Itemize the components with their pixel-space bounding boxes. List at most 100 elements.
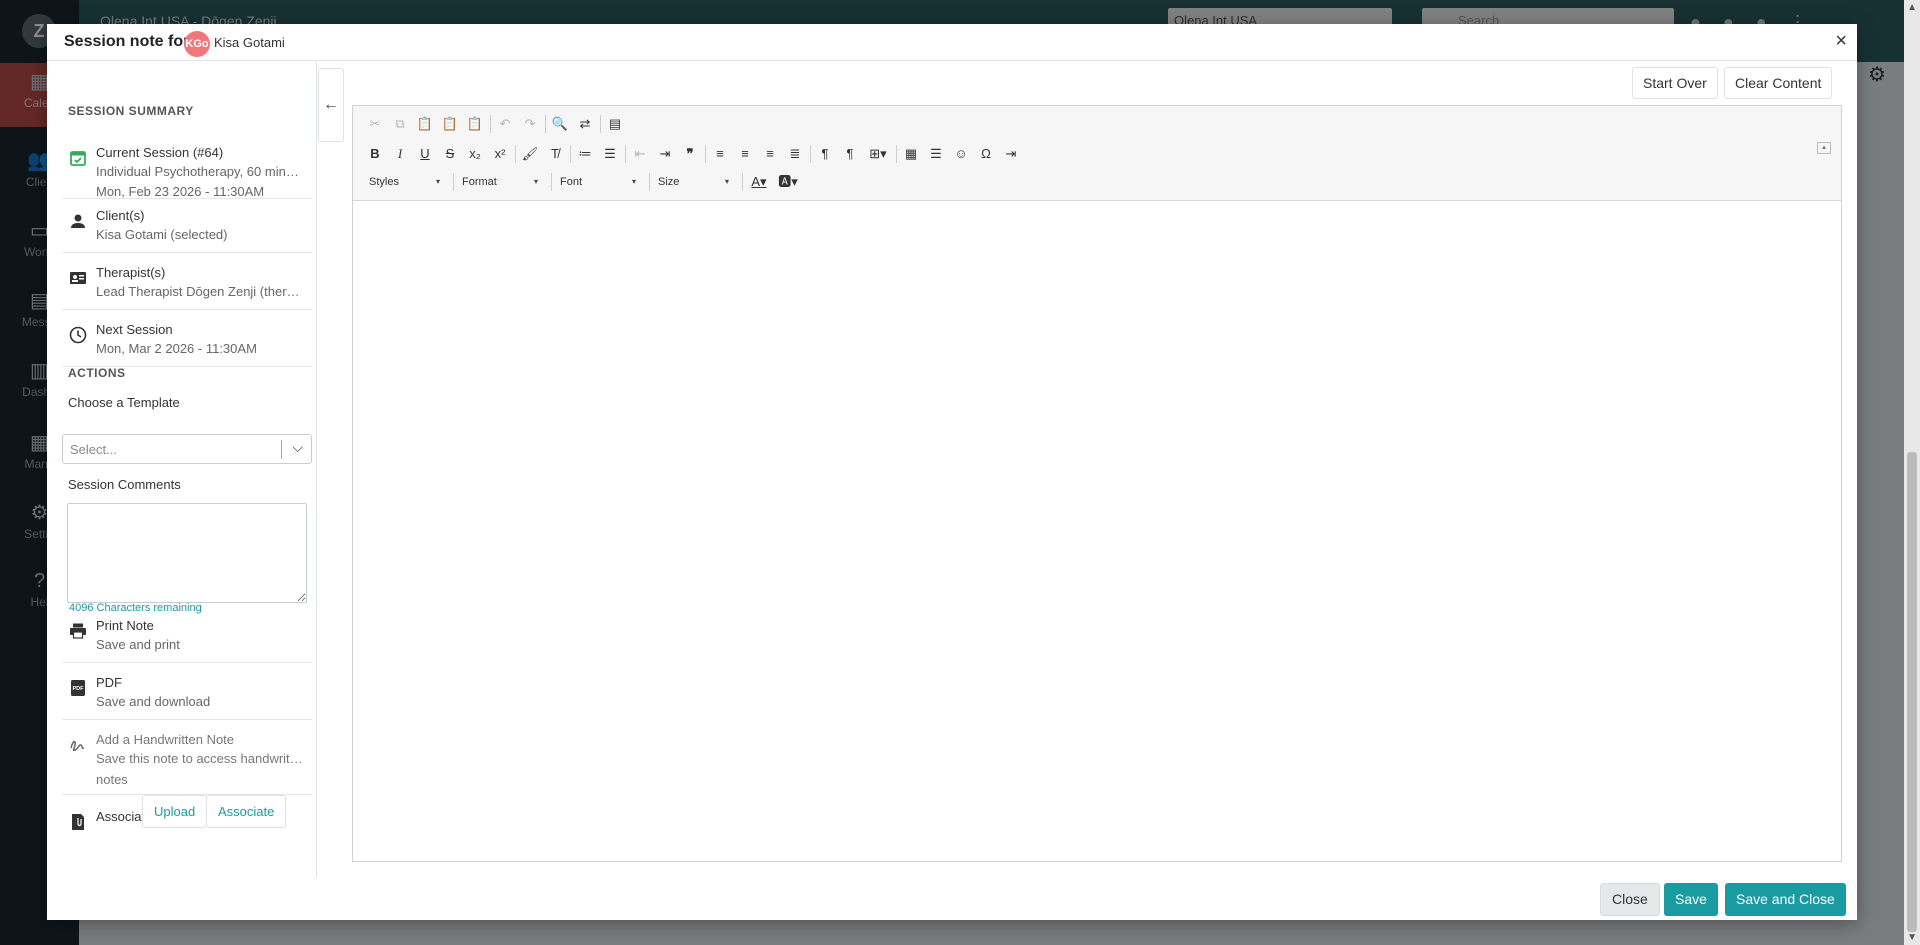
id-card-icon [70,272,86,284]
redo-icon[interactable]: ↷ [519,113,541,135]
modal-header: Session note for KGo Kisa Gotami × [47,24,1857,61]
superscript-icon[interactable]: x² [489,143,511,165]
undo-icon[interactable]: ↶ [494,113,516,135]
horizontal-line-icon[interactable]: ☰ [925,143,947,165]
toolbar-collapse-icon[interactable]: ▴ [1817,142,1831,154]
current-session-item: Current Session (#64) Individual Psychot… [62,145,312,199]
ltr-icon[interactable]: ¶ [814,143,836,165]
printer-icon [70,623,86,639]
clear-content-button[interactable]: Clear Content [1724,67,1833,99]
size-dropdown[interactable]: Size ▾ [653,172,733,192]
editor-content-area[interactable] [353,201,1841,861]
chevron-down-icon[interactable]: ⌵ [292,439,303,456]
print-note-action[interactable]: Print Note Save and print [62,618,312,663]
current-session-date: Mon, Feb 23 2026 - 11:30AM [96,184,265,199]
paste-icon[interactable]: 📋 [414,113,436,135]
client-avatar: KGo [184,31,210,57]
numbered-list-icon[interactable]: ≔ [574,143,596,165]
template-label: Choose a Template [68,395,180,410]
start-over-button[interactable]: Start Over [1632,67,1718,99]
pdf-action[interactable]: PDF PDF Save and download [62,675,312,720]
save-and-close-button[interactable]: Save and Close [1725,883,1846,916]
page-scrollbar[interactable]: ▲ ▼ [1904,0,1920,945]
find-icon[interactable]: 🔍 [549,113,571,135]
arrow-left-icon: ← [323,96,339,113]
next-session-item: Next Session Mon, Mar 2 2026 - 11:30AM [62,322,312,367]
paste-text-icon[interactable]: 📋 [439,113,461,135]
toolbar-row-2: B I U S x₂ x² 🖌 T̸ ≔ ☰ ⇤ ⇥ ❞ ≡ ≡ ≡ ≣ ¶ ¶… [364,141,1025,167]
indent-icon[interactable]: ⇥ [654,143,676,165]
bulleted-list-icon[interactable]: ☰ [599,143,621,165]
copy-format-icon[interactable]: 🖌 [519,143,541,165]
close-button[interactable]: Close [1600,883,1660,916]
subscript-icon[interactable]: x₂ [464,143,486,165]
session-comments-input[interactable] [67,503,307,603]
styles-dropdown[interactable]: Styles ▾ [364,172,444,192]
next-session-value: Mon, Mar 2 2026 - 11:30AM [96,341,257,356]
font-dropdown[interactable]: Font ▾ [555,172,640,192]
document-attach-icon [72,814,84,830]
handwritten-note-action: Add a Handwritten Note Save this note to… [62,732,312,795]
next-session-label: Next Session [96,322,173,337]
pdf-icon: PDF [71,680,85,696]
background-color-icon[interactable]: 🅰▾ [775,171,801,193]
pdf-label: PDF [96,675,122,690]
blockquote-icon[interactable]: ❞ [679,143,701,165]
editor-toolbar: ✂ ⧉ 📋 📋 📋 ↶ ↷ 🔍 ⇄ ▤ B I U S x₂ x² 🖌 T̸ ≔… [353,106,1841,201]
copy-icon[interactable]: ⧉ [389,113,411,135]
modal-title: Session note for [64,33,190,50]
italic-icon[interactable]: I [389,143,411,165]
therapists-item: Therapist(s) Lead Therapist Dōgen Zenji … [62,265,312,310]
align-center-icon[interactable]: ≡ [734,143,756,165]
handwritten-sub2: notes [96,772,128,787]
smiley-icon[interactable]: ☺ [950,143,972,165]
scroll-down-icon[interactable]: ▼ [1907,932,1917,943]
save-button[interactable]: Save [1664,883,1718,916]
handwritten-label: Add a Handwritten Note [96,732,235,747]
paste-word-icon[interactable]: 📋 [464,113,486,135]
clock-icon [69,326,87,344]
toolbar-row-1: ✂ ⧉ 📋 📋 📋 ↶ ↷ 🔍 ⇄ ▤ [364,111,629,137]
associate-button[interactable]: Associate [206,795,287,828]
strikethrough-icon[interactable]: S [439,143,461,165]
upload-button[interactable]: Upload [142,795,208,828]
rich-text-editor: ✂ ⧉ 📋 📋 📋 ↶ ↷ 🔍 ⇄ ▤ B I U S x₂ x² 🖌 T̸ ≔… [352,105,1842,862]
align-right-icon[interactable]: ≡ [759,143,781,165]
template-select[interactable]: Select... ⌵ [62,434,312,464]
remove-format-icon[interactable]: T̸ [544,143,566,165]
therapists-value: Lead Therapist Dōgen Zenji (thera... [96,284,304,299]
underline-icon[interactable]: U [414,143,436,165]
print-note-sub: Save and print [96,637,180,652]
align-left-icon[interactable]: ≡ [709,143,731,165]
bold-icon[interactable]: B [364,143,386,165]
svg-text:PDF: PDF [73,686,85,692]
justify-icon[interactable]: ≣ [784,143,806,165]
scrollbar-thumb[interactable] [1907,452,1917,932]
clients-value: Kisa Gotami (selected) [96,227,228,242]
session-summary-heading: SESSION SUMMARY [68,104,194,118]
clients-label: Client(s) [96,208,145,223]
therapists-label: Therapist(s) [96,265,166,280]
modal-close-icon[interactable]: × [1835,30,1847,52]
format-dropdown[interactable]: Format ▾ [457,172,542,192]
person-icon [71,214,85,228]
text-color-icon[interactable]: A▾ [746,171,772,193]
outdent-icon[interactable]: ⇤ [629,143,651,165]
show-blocks-icon[interactable]: ▤ [604,113,626,135]
actions-heading: ACTIONS [68,366,126,380]
print-note-label: Print Note [96,618,154,633]
current-session-service: Individual Psychotherapy, 60 mins ... [96,164,304,179]
pdf-sub: Save and download [96,694,211,709]
table-icon[interactable]: ▦ [900,143,922,165]
scroll-up-icon[interactable]: ▲ [1907,2,1917,13]
session-comments-label: Session Comments [68,477,181,492]
calendar-check-icon [70,151,86,166]
special-char-icon[interactable]: Ω [975,143,997,165]
collapse-panel-button[interactable]: ← [318,68,344,142]
page-break-icon[interactable]: ⇥ [1000,143,1022,165]
cut-icon[interactable]: ✂ [364,113,386,135]
session-note-modal: Session note for KGo Kisa Gotami × SESSI… [47,24,1857,920]
rtl-icon[interactable]: ¶ [839,143,861,165]
replace-icon[interactable]: ⇄ [574,113,596,135]
language-icon[interactable]: ⊞▾ [864,143,892,165]
